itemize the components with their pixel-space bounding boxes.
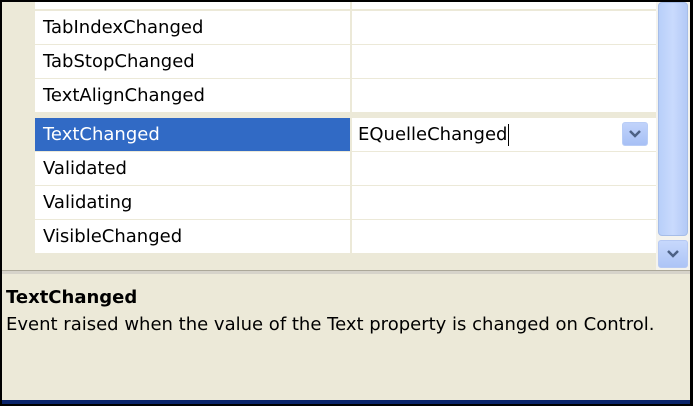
event-row-textalignchanged[interactable]: TextAlignChanged: [2, 79, 656, 113]
event-row-validating[interactable]: Validating: [2, 186, 656, 220]
event-row-textchanged[interactable]: TextChanged EQuelleChanged: [2, 118, 656, 152]
text-cursor: [508, 124, 510, 146]
event-name[interactable]: Validated: [35, 152, 350, 185]
properties-window: TabIndexChanged TabStopChanged TextAlign…: [0, 0, 693, 406]
event-handler-value[interactable]: [352, 186, 656, 219]
event-name[interactable]: TabIndexChanged: [35, 11, 350, 44]
event-name[interactable]: Validating: [35, 186, 350, 219]
window-bottom-border: [2, 400, 690, 404]
event-name[interactable]: TabStopChanged: [35, 45, 350, 78]
description-splitter[interactable]: [2, 270, 690, 274]
property-grid: TabIndexChanged TabStopChanged TextAlign…: [2, 2, 656, 256]
event-name-selected[interactable]: TextChanged: [35, 118, 350, 151]
event-handler-value[interactable]: [352, 79, 656, 112]
vertical-scrollbar[interactable]: [656, 2, 690, 270]
event-handler-value[interactable]: [352, 45, 656, 78]
event-handler-value[interactable]: [352, 11, 656, 44]
event-handler-value[interactable]: [352, 220, 656, 253]
description-title: TextChanged: [6, 287, 138, 308]
chevron-down-icon: [629, 130, 641, 138]
scroll-down-button[interactable]: [658, 240, 688, 268]
event-row-validated[interactable]: Validated: [2, 152, 656, 186]
column-divider[interactable]: [350, 2, 352, 256]
event-row-tabindexchanged[interactable]: TabIndexChanged: [2, 11, 656, 45]
event-handler-combo[interactable]: EQuelleChanged: [352, 118, 656, 151]
event-name[interactable]: TextAlignChanged: [35, 79, 350, 112]
combo-dropdown-button[interactable]: [622, 122, 648, 146]
event-row-visiblechanged[interactable]: VisibleChanged: [2, 220, 656, 254]
scrollbar-thumb[interactable]: [658, 2, 688, 236]
description-text: Event raised when the value of the Text …: [6, 314, 655, 335]
chevron-down-icon: [667, 250, 679, 258]
event-handler-value[interactable]: EQuelleChanged: [358, 124, 507, 145]
event-handler-value[interactable]: [352, 152, 656, 185]
description-pane: TextChanged Event raised when the value …: [2, 276, 690, 401]
event-row-tabstopchanged[interactable]: TabStopChanged: [2, 45, 656, 79]
partial-row: [2, 2, 656, 10]
event-name[interactable]: VisibleChanged: [35, 220, 350, 253]
